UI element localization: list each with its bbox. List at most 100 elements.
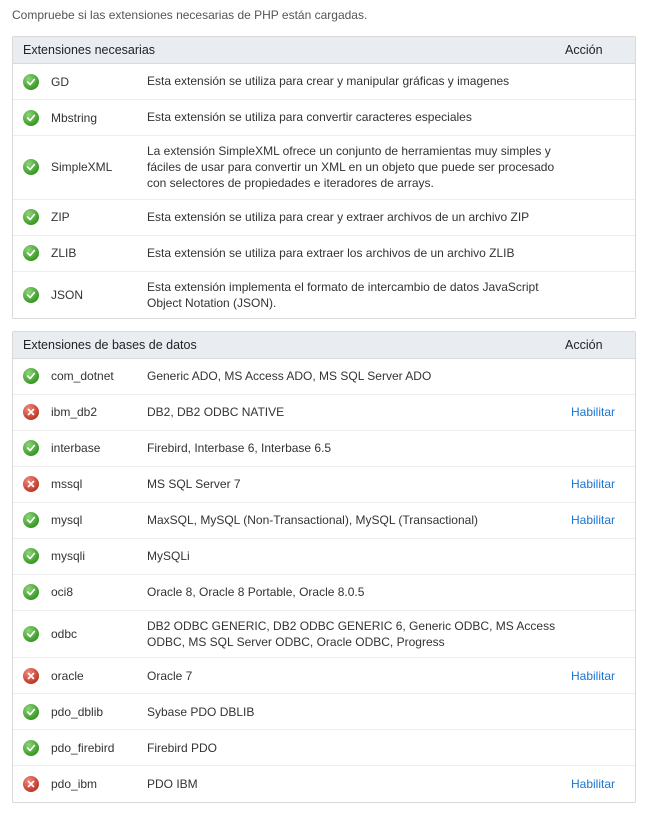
- check-icon: [23, 110, 39, 126]
- extension-description: Sybase PDO DBLIB: [147, 704, 571, 720]
- table-row: ibm_db2DB2, DB2 ODBC NATIVEHabilitar: [13, 395, 635, 431]
- table-row: oci8Oracle 8, Oracle 8 Portable, Oracle …: [13, 575, 635, 611]
- check-icon: [23, 740, 39, 756]
- table-row: pdo_dblibSybase PDO DBLIB: [13, 694, 635, 730]
- status-cell: [23, 245, 51, 261]
- extension-name: com_dotnet: [51, 369, 147, 383]
- check-icon: [23, 548, 39, 564]
- check-icon: [23, 512, 39, 528]
- extension-description: Esta extensión implementa el formato de …: [147, 279, 571, 311]
- status-cell: [23, 287, 51, 303]
- check-icon: [23, 159, 39, 175]
- required-extensions-section: Extensiones necesarias Acción GDEsta ext…: [12, 36, 636, 319]
- enable-link[interactable]: Habilitar: [571, 669, 615, 683]
- extension-description: Esta extensión se utiliza para crear y e…: [147, 209, 571, 225]
- table-row: GDEsta extensión se utiliza para crear y…: [13, 64, 635, 100]
- status-cell: [23, 476, 51, 492]
- extension-name: odbc: [51, 627, 147, 641]
- extension-description: MySQLi: [147, 548, 571, 564]
- extension-name: mysql: [51, 513, 147, 527]
- table-row: interbaseFirebird, Interbase 6, Interbas…: [13, 431, 635, 467]
- status-cell: [23, 74, 51, 90]
- action-cell: Habilitar: [571, 405, 625, 419]
- extension-name: ZIP: [51, 210, 147, 224]
- enable-link[interactable]: Habilitar: [571, 405, 615, 419]
- enable-link[interactable]: Habilitar: [571, 477, 615, 491]
- table-row: com_dotnetGeneric ADO, MS Access ADO, MS…: [13, 359, 635, 395]
- extension-name: oci8: [51, 585, 147, 599]
- extension-name: mssql: [51, 477, 147, 491]
- cross-icon: [23, 476, 39, 492]
- required-extensions-title: Extensiones necesarias: [23, 43, 565, 57]
- status-cell: [23, 776, 51, 792]
- extension-description: Esta extensión se utiliza para extraer l…: [147, 245, 571, 261]
- extension-description: MS SQL Server 7: [147, 476, 571, 492]
- extension-name: pdo_dblib: [51, 705, 147, 719]
- extension-name: pdo_firebird: [51, 741, 147, 755]
- status-cell: [23, 668, 51, 684]
- status-cell: [23, 209, 51, 225]
- action-column-header: Acción: [565, 338, 625, 352]
- extension-name: SimpleXML: [51, 160, 147, 174]
- required-extensions-header: Extensiones necesarias Acción: [13, 37, 635, 64]
- extension-description: Firebird, Interbase 6, Interbase 6.5: [147, 440, 571, 456]
- cross-icon: [23, 776, 39, 792]
- extension-name: pdo_ibm: [51, 777, 147, 791]
- extension-name: oracle: [51, 669, 147, 683]
- extension-description: Generic ADO, MS Access ADO, MS SQL Serve…: [147, 368, 571, 384]
- table-row: ZIPEsta extensión se utiliza para crear …: [13, 200, 635, 236]
- action-column-header: Acción: [565, 43, 625, 57]
- status-cell: [23, 159, 51, 175]
- status-cell: [23, 440, 51, 456]
- status-cell: [23, 110, 51, 126]
- extension-name: interbase: [51, 441, 147, 455]
- extension-description: DB2, DB2 ODBC NATIVE: [147, 404, 571, 420]
- status-cell: [23, 704, 51, 720]
- table-row: ZLIBEsta extensión se utiliza para extra…: [13, 236, 635, 272]
- table-row: mysqliMySQLi: [13, 539, 635, 575]
- database-extensions-header: Extensiones de bases de datos Acción: [13, 332, 635, 359]
- extension-name: JSON: [51, 288, 147, 302]
- table-row: JSONEsta extensión implementa el formato…: [13, 272, 635, 318]
- table-row: pdo_ibmPDO IBMHabilitar: [13, 766, 635, 802]
- table-row: odbcDB2 ODBC GENERIC, DB2 ODBC GENERIC 6…: [13, 611, 635, 658]
- action-cell: Habilitar: [571, 513, 625, 527]
- check-icon: [23, 440, 39, 456]
- database-extensions-title: Extensiones de bases de datos: [23, 338, 565, 352]
- table-row: mysqlMaxSQL, MySQL (Non-Transactional), …: [13, 503, 635, 539]
- extension-description: Esta extensión se utiliza para crear y m…: [147, 73, 571, 89]
- status-cell: [23, 626, 51, 642]
- check-icon: [23, 245, 39, 261]
- table-row: oracleOracle 7Habilitar: [13, 658, 635, 694]
- status-cell: [23, 740, 51, 756]
- extension-name: Mbstring: [51, 111, 147, 125]
- check-icon: [23, 626, 39, 642]
- extension-description: Firebird PDO: [147, 740, 571, 756]
- check-icon: [23, 368, 39, 384]
- status-cell: [23, 548, 51, 564]
- status-cell: [23, 368, 51, 384]
- cross-icon: [23, 404, 39, 420]
- action-cell: Habilitar: [571, 669, 625, 683]
- table-row: SimpleXMLLa extensión SimpleXML ofrece u…: [13, 136, 635, 200]
- extension-description: Oracle 7: [147, 668, 571, 684]
- enable-link[interactable]: Habilitar: [571, 777, 615, 791]
- table-row: MbstringEsta extensión se utiliza para c…: [13, 100, 635, 136]
- cross-icon: [23, 668, 39, 684]
- extension-description: MaxSQL, MySQL (Non-Transactional), MySQL…: [147, 512, 571, 528]
- enable-link[interactable]: Habilitar: [571, 513, 615, 527]
- status-cell: [23, 512, 51, 528]
- action-cell: Habilitar: [571, 777, 625, 791]
- check-icon: [23, 704, 39, 720]
- extension-description: Esta extensión se utiliza para convertir…: [147, 109, 571, 125]
- intro-text: Compruebe si las extensiones necesarias …: [12, 8, 636, 22]
- check-icon: [23, 287, 39, 303]
- action-cell: Habilitar: [571, 477, 625, 491]
- check-icon: [23, 209, 39, 225]
- status-cell: [23, 584, 51, 600]
- extension-name: ibm_db2: [51, 405, 147, 419]
- extension-name: GD: [51, 75, 147, 89]
- extension-description: DB2 ODBC GENERIC, DB2 ODBC GENERIC 6, Ge…: [147, 618, 571, 650]
- table-row: pdo_firebirdFirebird PDO: [13, 730, 635, 766]
- extension-name: ZLIB: [51, 246, 147, 260]
